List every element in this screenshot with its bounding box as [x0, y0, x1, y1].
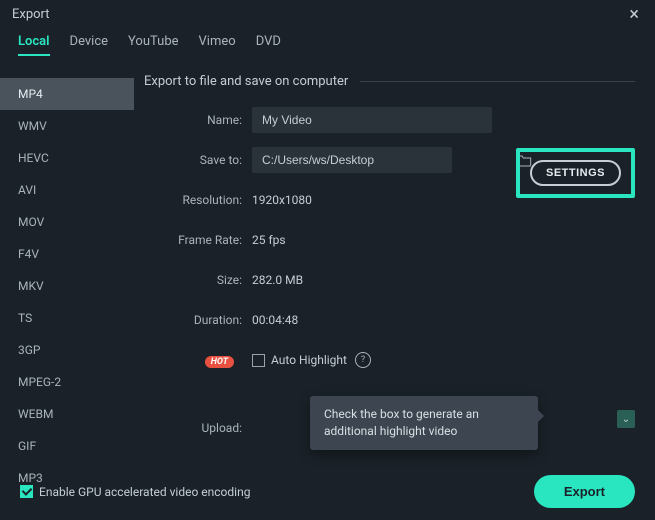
name-input[interactable] [252, 107, 492, 133]
duration-label: Duration: [144, 313, 252, 327]
saveto-label: Save to: [144, 153, 252, 167]
format-ts[interactable]: TS [0, 302, 134, 334]
tab-dvd[interactable]: DVD [256, 34, 281, 56]
size-value: 282.0 MB [252, 273, 303, 287]
footer: Enable GPU accelerated video encoding Ex… [0, 463, 655, 520]
resolution-value: 1920x1080 [252, 193, 312, 207]
close-icon[interactable]: × [625, 4, 643, 25]
tooltip-arrow [538, 410, 544, 422]
tooltip-text: Check the box to generate an additional … [324, 407, 479, 438]
format-avi[interactable]: AVI [0, 174, 134, 206]
framerate-value: 25 fps [252, 233, 286, 247]
saveto-input[interactable] [252, 147, 452, 173]
format-3gp[interactable]: 3GP [0, 334, 134, 366]
gpu-checkbox[interactable] [20, 485, 33, 498]
export-tabs: Local Device YouTube Vimeo DVD [0, 28, 655, 56]
format-f4v[interactable]: F4V [0, 238, 134, 270]
duration-value: 00:04:48 [252, 313, 298, 327]
format-mp4[interactable]: MP4 [0, 78, 134, 110]
titlebar: Export × [0, 0, 655, 28]
upload-label: Upload: [144, 421, 252, 435]
format-gif[interactable]: GIF [0, 430, 134, 462]
size-label: Size: [144, 273, 252, 287]
tab-youtube[interactable]: YouTube [128, 34, 179, 56]
format-sidebar: MP4 WMV HEVC AVI MOV F4V MKV TS 3GP MPEG… [0, 56, 134, 463]
format-wmv[interactable]: WMV [0, 110, 134, 142]
tab-vimeo[interactable]: Vimeo [199, 34, 236, 56]
chevron-down-icon[interactable]: ⌄ [617, 410, 635, 428]
section-title: Export to file and save on computer [144, 74, 348, 89]
auto-highlight-label: Auto Highlight [271, 353, 347, 367]
help-icon[interactable]: ? [355, 352, 371, 368]
gpu-label: Enable GPU accelerated video encoding [39, 485, 250, 499]
export-button[interactable]: Export [534, 475, 635, 508]
tab-device[interactable]: Device [70, 34, 109, 56]
format-mkv[interactable]: MKV [0, 270, 134, 302]
hot-badge-wrap: HOT [144, 353, 252, 367]
auto-highlight-checkbox[interactable] [252, 354, 265, 367]
main-panel: Export to file and save on computer Name… [134, 56, 655, 463]
format-hevc[interactable]: HEVC [0, 142, 134, 174]
divider [360, 81, 635, 82]
format-webm[interactable]: WEBM [0, 398, 134, 430]
settings-button[interactable]: SETTINGS [530, 160, 621, 186]
resolution-label: Resolution: [144, 193, 252, 207]
framerate-label: Frame Rate: [144, 233, 252, 247]
name-label: Name: [144, 113, 252, 127]
hot-badge: HOT [205, 356, 234, 368]
settings-highlight: SETTINGS [516, 148, 635, 198]
tab-local[interactable]: Local [18, 34, 50, 56]
tooltip: Check the box to generate an additional … [310, 396, 538, 450]
format-mpeg2[interactable]: MPEG-2 [0, 366, 134, 398]
window-title: Export [12, 7, 625, 22]
format-mov[interactable]: MOV [0, 206, 134, 238]
